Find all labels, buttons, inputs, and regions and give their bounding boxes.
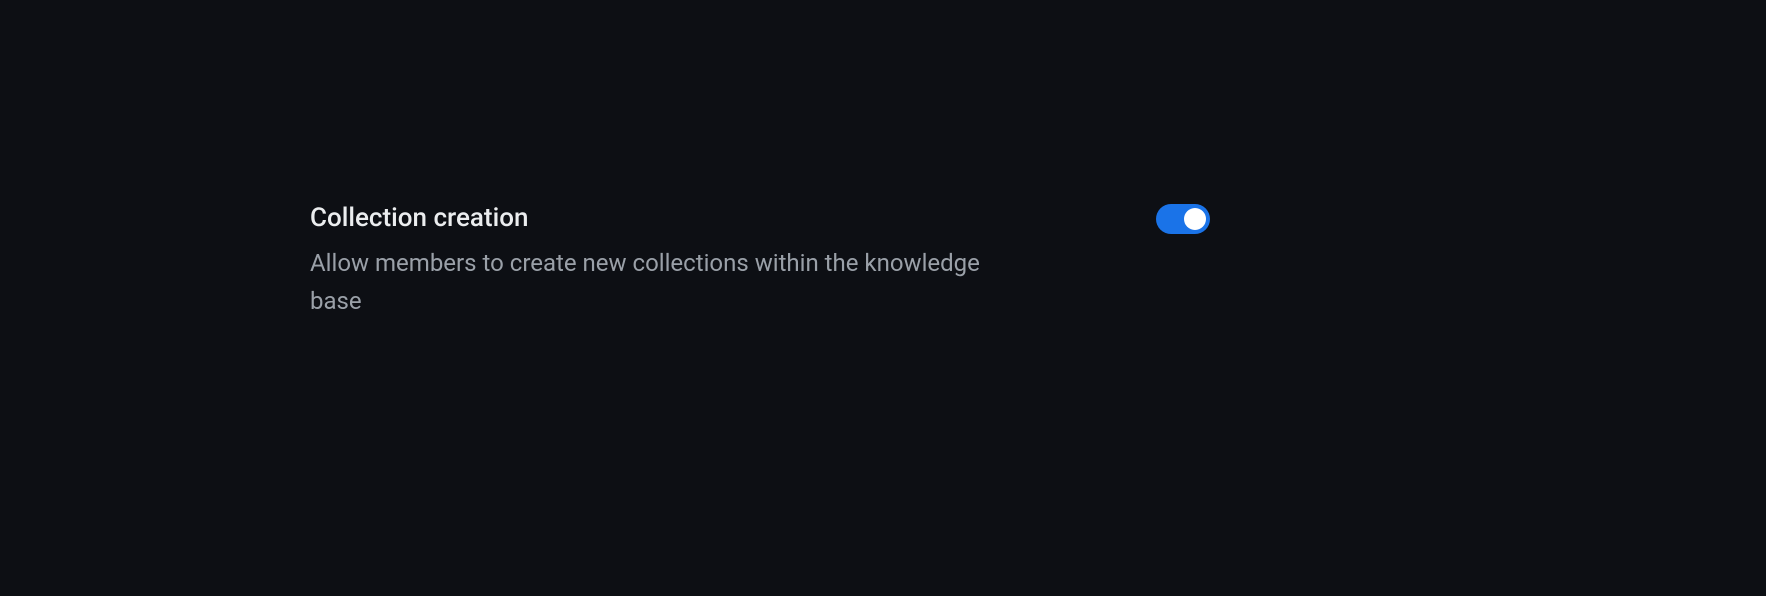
toggle-knob xyxy=(1184,208,1206,230)
setting-row-collection-creation: Collection creation Allow members to cre… xyxy=(310,202,1210,321)
setting-text-block: Collection creation Allow members to cre… xyxy=(310,202,990,321)
setting-description: Allow members to create new collections … xyxy=(310,244,990,321)
setting-title: Collection creation xyxy=(310,202,990,236)
collection-creation-toggle[interactable] xyxy=(1156,204,1210,234)
